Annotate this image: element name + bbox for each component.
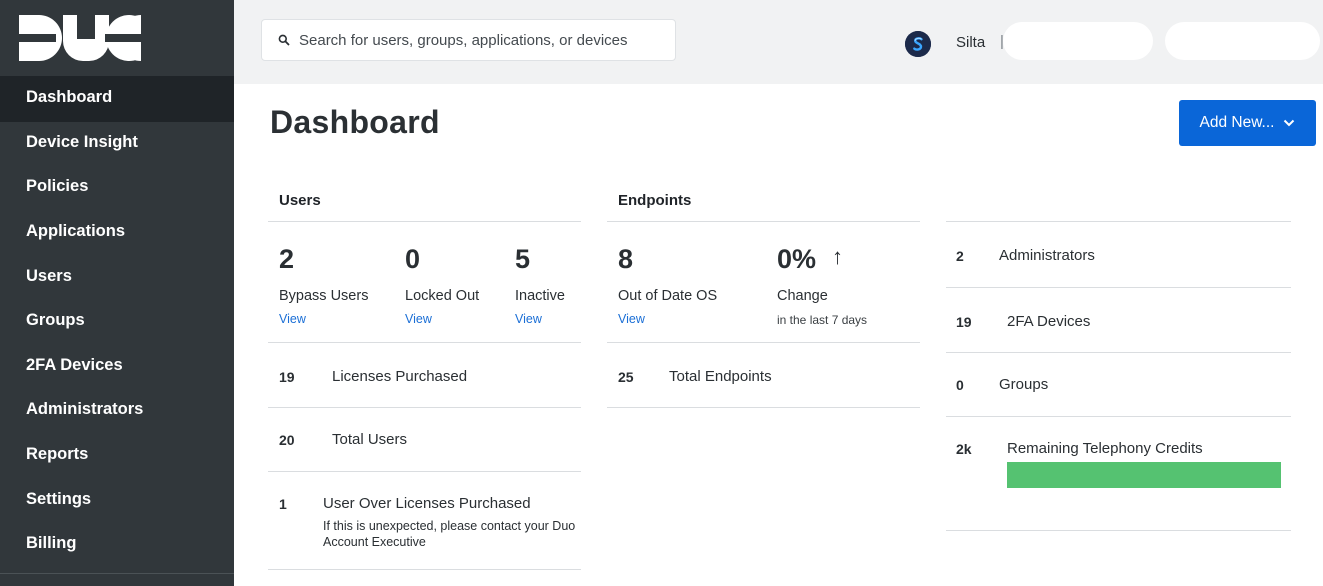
redacted-field <box>1165 22 1320 60</box>
sidebar-item-label: Applications <box>26 221 126 240</box>
divider <box>607 407 920 408</box>
locked-out-view-link[interactable]: View <box>405 312 432 326</box>
2fa-devices-count: 19 <box>956 314 972 330</box>
search-input[interactable] <box>299 31 659 49</box>
divider <box>607 221 920 222</box>
sidebar: Dashboard Device Insight Policies Applic… <box>0 0 234 586</box>
sidebar-item-label: Billing <box>26 534 77 553</box>
out-of-date-os-label: Out of Date OS <box>618 288 718 304</box>
out-of-date-os-count: 8 <box>618 244 634 274</box>
add-new-label: Add New... <box>1199 114 1275 131</box>
over-licenses-label: User Over Licenses Purchased <box>323 495 531 512</box>
page-title: Dashboard <box>270 104 440 140</box>
total-users-label: Total Users <box>332 431 408 448</box>
sidebar-item-billing[interactable]: Billing <box>0 523 234 568</box>
sidebar-item-settings[interactable]: Settings <box>0 479 234 524</box>
redacted-field <box>1003 22 1153 60</box>
licenses-purchased-label: Licenses Purchased <box>332 368 468 385</box>
locked-out-count: 0 <box>405 244 421 274</box>
total-users-count: 20 <box>279 432 295 448</box>
inactive-view-link[interactable]: View <box>515 312 542 326</box>
total-endpoints-label: Total Endpoints <box>669 368 772 385</box>
sidebar-item-2fa-devices[interactable]: 2FA Devices <box>0 345 234 390</box>
logo-area <box>0 0 234 76</box>
sidebar-item-dashboard[interactable]: Dashboard <box>0 76 234 122</box>
account-logo-icon <box>905 31 931 57</box>
licenses-purchased-count: 19 <box>279 369 295 385</box>
groups-count: 0 <box>956 377 964 393</box>
chevron-down-icon <box>1284 119 1295 127</box>
telephony-credits-label: Remaining Telephony Credits <box>1007 440 1203 457</box>
add-new-button[interactable]: Add New... <box>1179 100 1316 146</box>
divider <box>268 407 581 408</box>
2fa-devices-label: 2FA Devices <box>1007 313 1091 330</box>
users-section-header: Users <box>279 192 321 209</box>
bypass-users-count: 2 <box>279 244 295 274</box>
sidebar-item-label: Policies <box>26 177 89 196</box>
bypass-users-view-link[interactable]: View <box>279 312 306 326</box>
sidebar-item-label: Settings <box>26 489 92 508</box>
sidebar-item-users[interactable]: Users <box>0 256 234 301</box>
divider <box>268 471 581 472</box>
sidebar-item-label: Dashboard <box>26 87 113 106</box>
groups-label: Groups <box>999 376 1049 393</box>
divider <box>268 569 581 570</box>
search-icon <box>278 34 290 46</box>
bypass-users-label: Bypass Users <box>279 288 369 304</box>
inactive-count: 5 <box>515 244 531 274</box>
divider <box>946 352 1291 353</box>
divider <box>946 221 1291 222</box>
sidebar-item-groups[interactable]: Groups <box>0 300 234 345</box>
change-percent: 0% <box>777 244 817 274</box>
sidebar-item-label: 2FA Devices <box>26 355 123 374</box>
arrow-up-icon: ↑ <box>832 244 843 269</box>
divider <box>607 342 920 343</box>
sidebar-item-reports[interactable]: Reports <box>0 434 234 479</box>
sidebar-item-label: Device Insight <box>26 132 138 151</box>
sidebar-item-label: Administrators <box>26 400 144 419</box>
inactive-label: Inactive <box>515 288 565 304</box>
over-licenses-note: If this is unexpected, please contact yo… <box>323 519 576 549</box>
top-bar: Silta | <box>234 0 1323 84</box>
out-of-date-os-view-link[interactable]: View <box>618 312 645 326</box>
divider <box>268 342 581 343</box>
sidebar-item-applications[interactable]: Applications <box>0 211 234 256</box>
sidebar-item-policies[interactable]: Policies <box>0 167 234 212</box>
sidebar-item-label: Users <box>26 266 72 285</box>
account-avatar[interactable] <box>905 31 931 57</box>
account-name[interactable]: Silta <box>956 34 985 51</box>
duo-logo[interactable] <box>19 15 141 61</box>
change-label: Change <box>777 288 828 304</box>
sidebar-nav: Dashboard Device Insight Policies Applic… <box>0 76 234 568</box>
administrators-label: Administrators <box>999 247 1095 264</box>
divider <box>946 416 1291 417</box>
sidebar-divider <box>0 573 234 574</box>
locked-out-label: Locked Out <box>405 288 480 304</box>
sidebar-item-administrators[interactable]: Administrators <box>0 390 234 435</box>
sidebar-item-label: Reports <box>26 444 89 463</box>
change-period-note: in the last 7 days <box>777 313 868 327</box>
sidebar-item-device-insight[interactable]: Device Insight <box>0 122 234 167</box>
sidebar-item-label: Groups <box>26 311 85 330</box>
divider <box>946 287 1291 288</box>
telephony-credits-bar <box>1007 462 1281 488</box>
telephony-credits-count: 2k <box>956 441 972 457</box>
administrators-count: 2 <box>956 248 964 264</box>
total-endpoints-count: 25 <box>618 369 634 385</box>
divider <box>946 530 1291 531</box>
divider <box>268 221 581 222</box>
search-box[interactable] <box>261 19 676 61</box>
endpoints-section-header: Endpoints <box>618 192 692 209</box>
over-licenses-count: 1 <box>279 496 287 512</box>
